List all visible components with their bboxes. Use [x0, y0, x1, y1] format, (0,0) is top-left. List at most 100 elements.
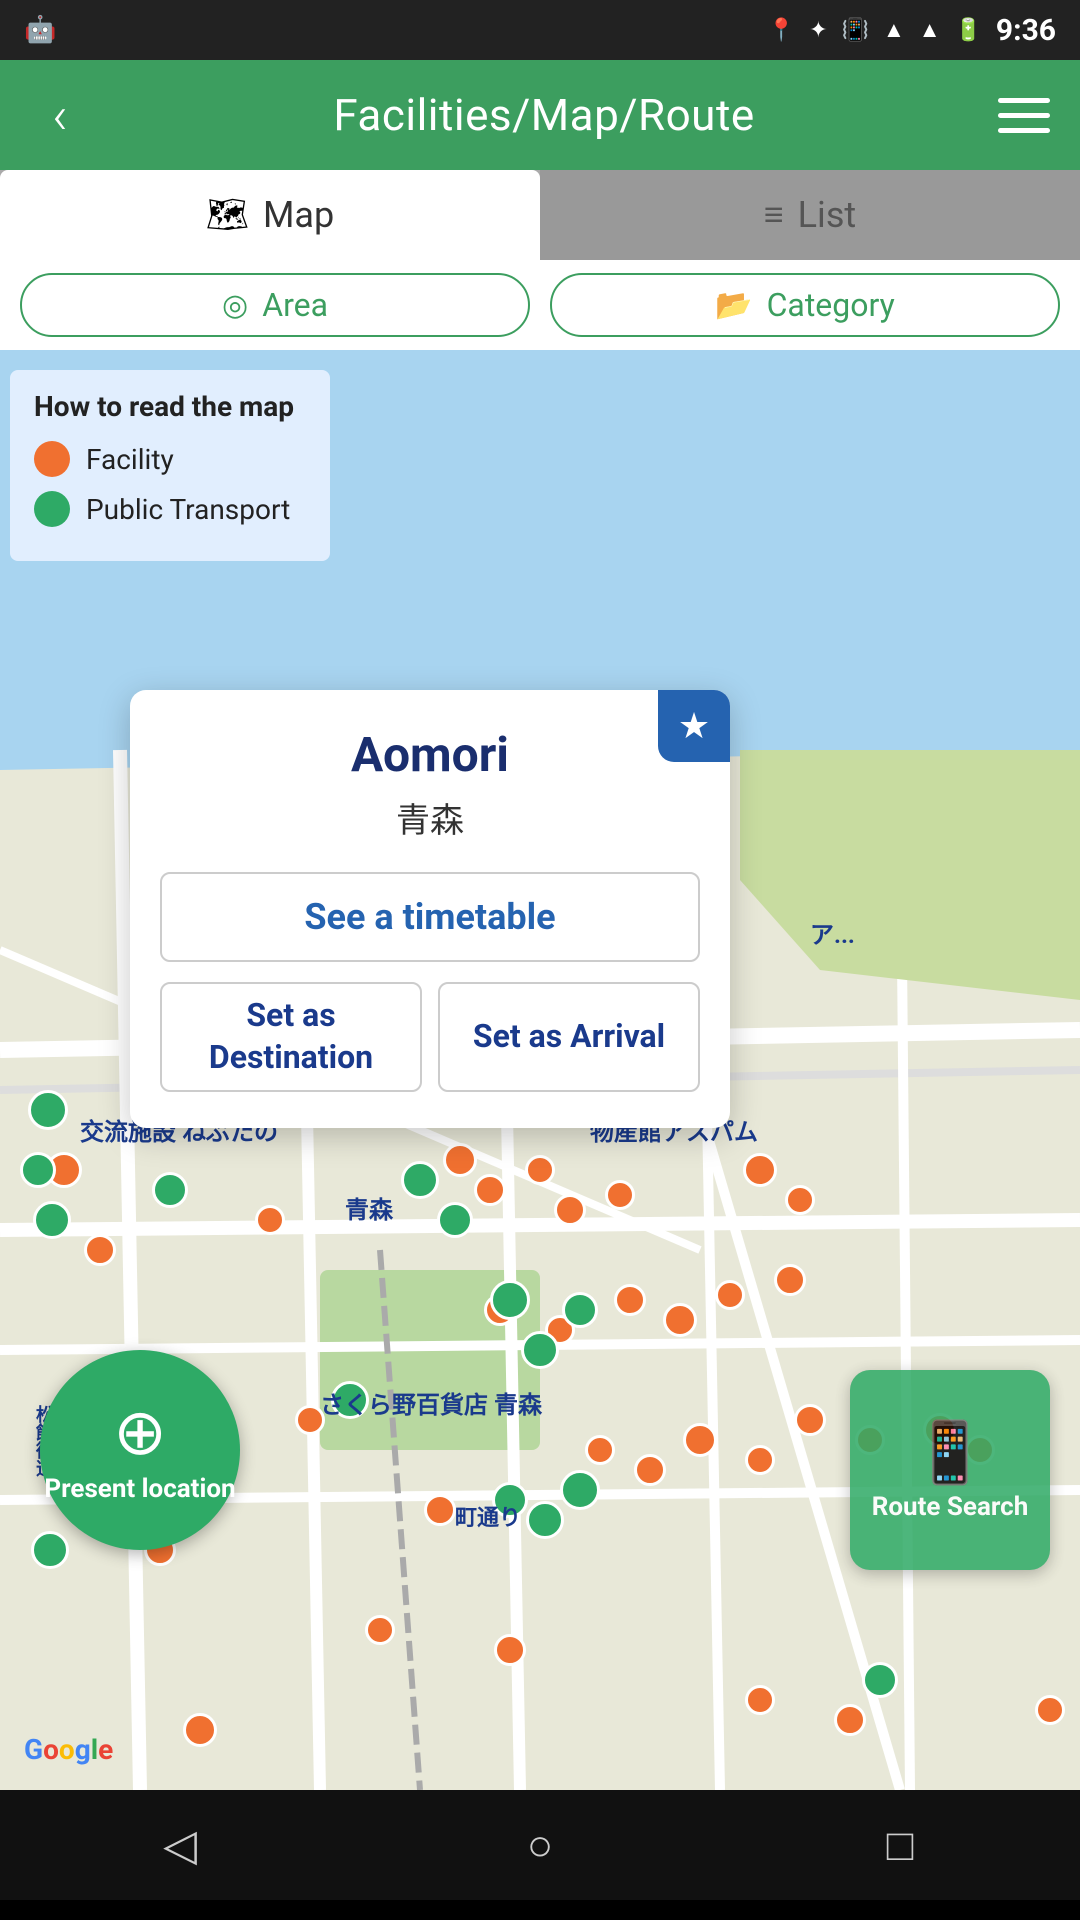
nav-home-button[interactable]: ○	[500, 1805, 580, 1885]
nav-recent-icon: □	[887, 1819, 914, 1871]
facility-dot-10[interactable]	[785, 1185, 815, 1215]
facility-dot-23[interactable]	[794, 1404, 826, 1436]
android-icon: 🤖	[24, 15, 56, 45]
present-location-button[interactable]: ⊕ Present location	[40, 1350, 240, 1550]
popup-title: Aomori	[160, 726, 700, 783]
facility-dot-21[interactable]	[683, 1423, 717, 1457]
back-button[interactable]: ‹	[30, 85, 90, 146]
facility-dot-22[interactable]	[745, 1445, 775, 1475]
transport-dot-8[interactable]	[521, 1331, 559, 1369]
transport-dot-13[interactable]	[560, 1470, 600, 1510]
facility-dot-6[interactable]	[525, 1155, 555, 1185]
google-logo: Google	[24, 1733, 113, 1766]
facility-dot-18[interactable]	[424, 1494, 456, 1526]
facility-dot-9[interactable]	[743, 1153, 777, 1187]
route-icon: 📱	[913, 1417, 988, 1488]
menu-line-1	[998, 98, 1050, 103]
transport-dot-9[interactable]	[562, 1292, 598, 1328]
map-label-通り: 町通り	[455, 1500, 521, 1532]
facility-dot-29[interactable]	[494, 1634, 526, 1666]
transport-dot-12[interactable]	[526, 1501, 564, 1539]
status-bar: 🤖 📍 ✦ 📳 ▲ ▲ 🔋 9:36	[0, 0, 1080, 60]
category-filter-label: Category	[767, 286, 895, 324]
crosshair-icon: ⊕	[113, 1395, 167, 1470]
location-popup: ★ Aomori 青森 See a timetable Set asDestin…	[130, 690, 730, 1128]
category-filter-button[interactable]: 📂 Category	[550, 273, 1060, 337]
transport-dot	[34, 491, 70, 527]
nav-back-icon: ◁	[163, 1819, 197, 1871]
facility-dot-19[interactable]	[585, 1435, 615, 1465]
list-icon: ≡	[764, 195, 784, 235]
route-search-label: Route Search	[872, 1492, 1029, 1523]
facility-dot-33[interactable]	[183, 1713, 217, 1747]
tab-map-label: Map	[263, 194, 334, 236]
facility-dot-14[interactable]	[663, 1303, 697, 1337]
battery-icon: 🔋	[955, 18, 982, 43]
transport-dot-3[interactable]	[33, 1201, 71, 1239]
status-left: 🤖	[24, 15, 56, 45]
destination-label: Set asDestination	[209, 995, 373, 1078]
nav-recent-button[interactable]: □	[860, 1805, 940, 1885]
area-filter-label: Area	[262, 286, 328, 324]
transport-dot-5[interactable]	[401, 1161, 439, 1199]
present-location-label: Present location	[44, 1474, 235, 1505]
map-container: How to read the map Facility Public Tran…	[0, 350, 1080, 1790]
transport-dot-4[interactable]	[152, 1172, 188, 1208]
transport-dot-1[interactable]	[28, 1090, 68, 1130]
menu-button[interactable]	[998, 98, 1050, 133]
transport-dot-7[interactable]	[490, 1280, 530, 1320]
nav-home-icon: ○	[527, 1819, 554, 1871]
legend-title: How to read the map	[34, 390, 306, 423]
tab-map[interactable]: 🗺 Map	[0, 170, 540, 260]
signal-icon: ▲	[919, 17, 941, 43]
facility-dot-7[interactable]	[554, 1194, 586, 1226]
vibrate-icon: 📳	[842, 18, 869, 43]
area-filter-button[interactable]: ◎ Area	[20, 273, 530, 337]
legend-transport: Public Transport	[34, 491, 306, 527]
facility-dot-31[interactable]	[834, 1704, 866, 1736]
tab-list[interactable]: ≡ List	[540, 170, 1080, 260]
location-icon: 📍	[768, 18, 795, 43]
map-legend: How to read the map Facility Public Tran…	[10, 370, 330, 561]
set-destination-button[interactable]: Set asDestination	[160, 982, 422, 1092]
menu-line-3	[998, 128, 1050, 133]
map-label-青森: 青森	[345, 1190, 393, 1225]
map-label-ア: ア...	[810, 915, 855, 950]
facility-dot-15[interactable]	[715, 1280, 745, 1310]
facility-dot-8[interactable]	[605, 1180, 635, 1210]
transport-dot-14[interactable]	[862, 1662, 898, 1698]
facility-dot-32[interactable]	[1035, 1695, 1065, 1725]
category-icon: 📂	[715, 288, 752, 323]
facility-dot-3[interactable]	[255, 1205, 285, 1235]
menu-line-2	[998, 113, 1050, 118]
area-icon: ◎	[222, 288, 248, 323]
facility-dot-4[interactable]	[443, 1143, 477, 1177]
facility-dot-28[interactable]	[365, 1615, 395, 1645]
facility-dot	[34, 441, 70, 477]
timetable-button[interactable]: See a timetable	[160, 872, 700, 962]
facility-dot-30[interactable]	[745, 1685, 775, 1715]
map-label-さくら野: さくら野百貨店 青森	[320, 1385, 542, 1420]
popup-actions: Set asDestination Set as Arrival	[160, 982, 700, 1092]
facility-dot-5[interactable]	[474, 1174, 506, 1206]
tabs-bar: 🗺 Map ≡ List	[0, 170, 1080, 260]
facility-dot-16[interactable]	[774, 1264, 806, 1296]
status-right: 📍 ✦ 📳 ▲ ▲ 🔋 9:36	[768, 13, 1056, 48]
nav-back-button[interactable]: ◁	[140, 1805, 220, 1885]
transport-dot-2[interactable]	[20, 1152, 56, 1188]
set-arrival-button[interactable]: Set as Arrival	[438, 982, 700, 1092]
star-icon: ★	[678, 705, 710, 747]
map-icon: 🗺	[206, 195, 249, 235]
bookmark-button[interactable]: ★	[658, 690, 730, 762]
transport-dot-6[interactable]	[437, 1202, 473, 1238]
bluetooth-icon: ✦	[809, 18, 827, 43]
facility-dot-20[interactable]	[634, 1454, 666, 1486]
route-search-button[interactable]: 📱 Route Search	[850, 1370, 1050, 1570]
status-time: 9:36	[996, 13, 1056, 48]
transport-label: Public Transport	[86, 493, 290, 526]
header: ‹ Facilities/Map/Route	[0, 60, 1080, 170]
timetable-label: See a timetable	[304, 896, 555, 938]
facility-dot-13[interactable]	[614, 1284, 646, 1316]
facility-dot-2[interactable]	[84, 1234, 116, 1266]
transport-dot-15[interactable]	[31, 1531, 69, 1569]
